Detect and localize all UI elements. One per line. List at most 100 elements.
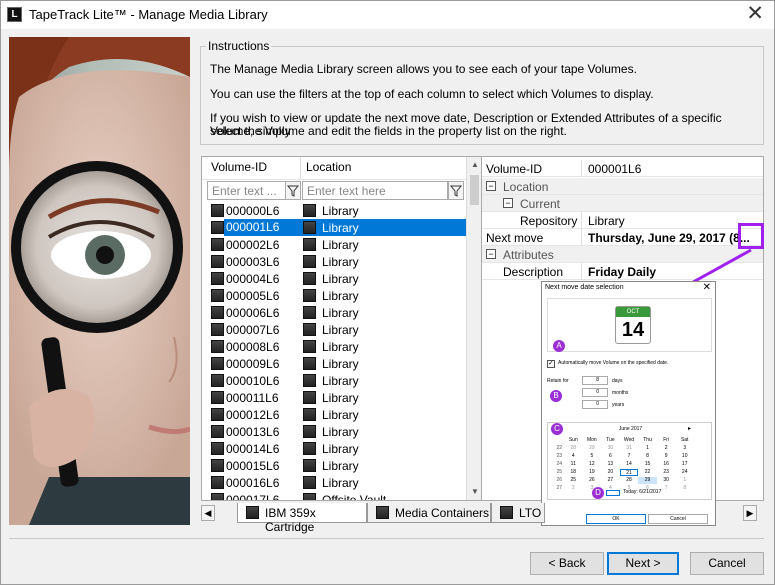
volume-id-cell[interactable]: 000012L6 [208,406,300,423]
calendar-day[interactable]: 21 [619,469,639,476]
auto-move-checkbox[interactable]: ✓ [547,360,555,368]
volume-id-cell[interactable]: 000002L6 [208,236,300,253]
calendar-day[interactable]: 29 [638,477,657,484]
scroll-thumb[interactable] [470,175,479,205]
location-cell[interactable]: Library [300,406,466,423]
volume-id-cell[interactable]: 000015L6 [208,457,300,474]
calendar-day[interactable]: 12 [583,461,602,468]
location-cell[interactable]: Library [300,236,466,253]
volume-id-cell[interactable]: 000016L6 [208,474,300,491]
volume-row[interactable]: 000011L6 Library [202,389,466,406]
calendar-day[interactable]: 30 [601,445,620,452]
calendar-day[interactable]: 19 [583,469,602,476]
filter-icon[interactable] [285,181,301,200]
location-cell[interactable]: Library [300,372,466,389]
vertical-scrollbar[interactable]: ▲ ▼ [466,157,481,500]
calendar-day[interactable]: 1 [638,445,657,452]
close-button[interactable]: ✕ [746,2,764,26]
calendar-day[interactable]: 28 [620,477,639,484]
next-button[interactable]: Next > [607,552,679,575]
calendar-day[interactable]: 18 [564,469,583,476]
prop-category-location[interactable]: − Location [482,178,763,195]
location-cell[interactable]: Library [300,287,466,304]
location-cell[interactable]: Library [300,202,466,219]
calendar-day[interactable]: 30 [657,477,676,484]
retain-months-input[interactable]: 0 [582,388,608,397]
location-cell[interactable]: Library [300,338,466,355]
calendar-day[interactable]: 3 [675,445,694,452]
calendar-day[interactable]: 27 [601,477,620,484]
volume-id-cell[interactable]: 000017L6 [208,491,300,500]
location-cell[interactable]: Offsite Vault [300,491,466,500]
calendar-day[interactable]: 14 [620,461,639,468]
calendar-day[interactable]: 5 [583,453,602,460]
calendar-day[interactable]: 16 [657,461,676,468]
calendar-day[interactable]: 2 [657,445,676,452]
volume-row[interactable]: 000014L6 Library [202,440,466,457]
collapse-icon[interactable]: − [486,249,496,259]
volume-row[interactable]: 000002L6 Library [202,236,466,253]
volume-row[interactable]: 000006L6 Library [202,304,466,321]
calendar-day[interactable]: 13 [601,461,620,468]
location-cell[interactable]: Library [300,355,466,372]
volume-row[interactable]: 000008L6 Library [202,338,466,355]
calendar-day[interactable]: 8 [638,453,657,460]
volume-row[interactable]: 000007L6 Library [202,321,466,338]
tab-lto[interactable]: LTO [491,503,545,523]
calendar-day[interactable]: 1 [675,477,694,484]
scroll-down-icon[interactable]: ▼ [467,484,481,500]
location-cell[interactable]: Library [300,304,466,321]
calendar-day[interactable]: 22 [638,469,657,476]
volume-id-cell[interactable]: 000013L6 [208,423,300,440]
location-cell[interactable]: Library [300,440,466,457]
collapse-icon[interactable]: − [503,198,513,208]
volume-row[interactable]: 000003L6 Library [202,253,466,270]
volume-id-cell[interactable]: 000008L6 [208,338,300,355]
filter-icon[interactable] [448,181,464,200]
volume-row[interactable]: 000013L6 Library [202,423,466,440]
volume-id-cell[interactable]: 000014L6 [208,440,300,457]
calendar-day[interactable]: 4 [564,453,583,460]
volume-id-cell[interactable]: 000006L6 [208,304,300,321]
volume-row[interactable]: 000012L6 Library [202,406,466,423]
calendar-day[interactable]: 28 [564,445,583,452]
month-calendar[interactable]: ◂ June 2017 ▸ SunMonTueWedThuFriSat22282… [547,422,712,500]
tab-scroll-left-icon[interactable]: ◀ [201,505,215,521]
calendar-day[interactable]: 29 [583,445,602,452]
retain-days-input[interactable]: 8 [582,376,608,385]
prop-row-next-move[interactable]: Next move Thursday, June 29, 2017 (8... [482,229,763,246]
calendar-day[interactable]: 6 [601,453,620,460]
location-cell[interactable]: Library [300,219,466,236]
volume-id-cell[interactable]: 000001L6 [208,219,300,236]
calendar-day[interactable]: 31 [620,445,639,452]
volume-id-cell[interactable]: 000009L6 [208,355,300,372]
volume-id-filter-input[interactable]: Enter text ... [207,181,287,200]
calendar-day[interactable]: 10 [675,453,694,460]
calendar-day[interactable]: 26 [583,477,602,484]
location-cell[interactable]: Library [300,474,466,491]
volume-id-cell[interactable]: 000011L6 [208,389,300,406]
volume-row[interactable]: 000004L6 Library [202,270,466,287]
volume-id-cell[interactable]: 000000L6 [208,202,300,219]
prop-category-current[interactable]: − Current [482,195,763,212]
tab-scroll-right-icon[interactable]: ▶ [743,505,757,521]
location-filter-input[interactable]: Enter text here [302,181,448,200]
tab-media-containers[interactable]: Media Containers [367,503,491,523]
collapse-icon[interactable]: − [486,181,496,191]
location-cell[interactable]: Library [300,253,466,270]
location-cell[interactable]: Library [300,389,466,406]
calendar-day[interactable]: 23 [657,469,676,476]
scroll-up-icon[interactable]: ▲ [467,157,481,173]
calendar-day[interactable]: 24 [675,469,694,476]
volume-row[interactable]: 000017L6 Offsite Vault [202,491,466,500]
calendar-day[interactable]: 25 [564,477,583,484]
calendar-day[interactable]: 20 [601,469,620,476]
cancel-button[interactable]: Cancel [690,552,764,575]
location-cell[interactable]: Library [300,457,466,474]
volume-id-cell[interactable]: 000003L6 [208,253,300,270]
prop-row-repository[interactable]: Repository Library [482,212,763,229]
volume-row[interactable]: 000010L6 Library [202,372,466,389]
calendar-day[interactable]: 15 [638,461,657,468]
volume-id-cell[interactable]: 000007L6 [208,321,300,338]
calendar-day[interactable]: 2 [564,485,583,492]
